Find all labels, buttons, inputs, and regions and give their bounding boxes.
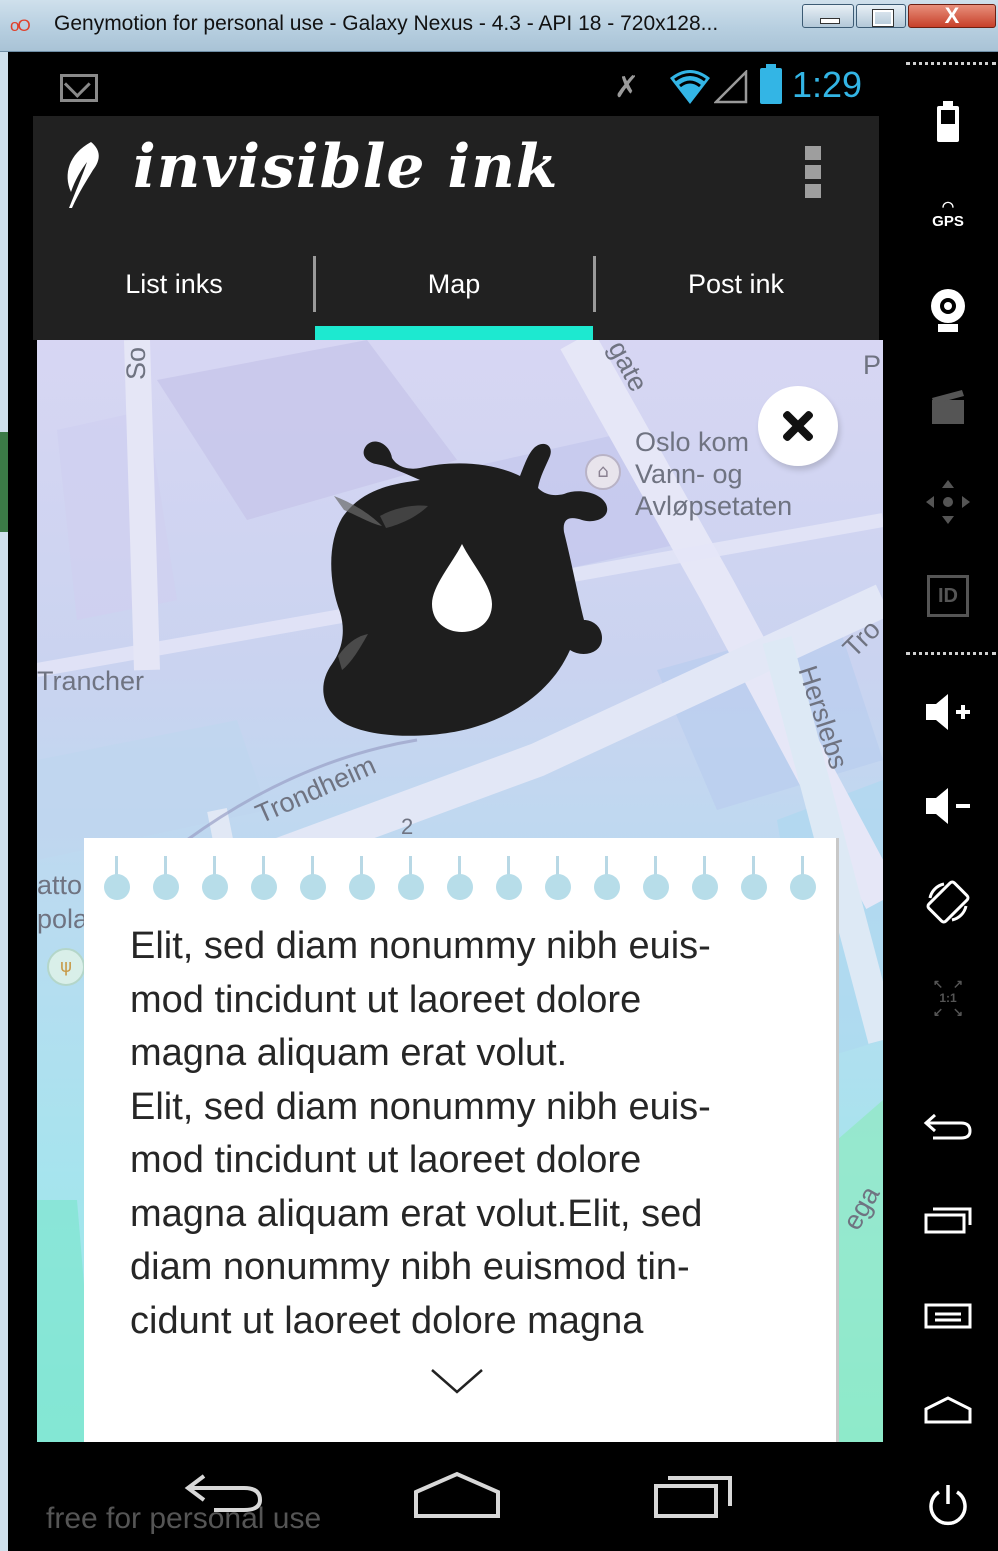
tab-bar: List inks Map Post ink [33, 228, 879, 340]
gps-label: GPS [932, 213, 964, 230]
note-line: diam nonummy nibh euismod tin- [130, 1246, 690, 1288]
map-label-oslo-line2: Vann- og [635, 459, 743, 489]
recent-apps-icon[interactable] [652, 1470, 736, 1520]
overflow-menu-icon[interactable] [805, 146, 821, 198]
rotate-screen-icon[interactable] [918, 872, 978, 932]
map-label-trancher: Trancher [37, 666, 145, 696]
note-line: Elit, sed diam nonummy nibh euis- [130, 1085, 711, 1128]
tab-list-inks[interactable]: List inks [33, 228, 315, 340]
webcam-icon[interactable] [918, 280, 978, 340]
menu-button-icon[interactable] [918, 1286, 978, 1346]
maximize-button[interactable] [856, 4, 906, 28]
genymotion-toolbar: ◠ GPS ID ↖ ↗ 1:1 ↙ ↘ [898, 52, 998, 1551]
app-title: invisible ink [133, 132, 559, 202]
note-spiral-holes [104, 856, 824, 900]
chevron-down-icon[interactable] [430, 1366, 484, 1396]
note-line: magna aliquam erat volut.Elit, sed [130, 1192, 703, 1235]
leaf-logo-icon [67, 142, 99, 208]
map-label-p: P [863, 350, 882, 380]
navigation-bar: free for personal use [8, 1442, 898, 1551]
toolbar-separator [906, 62, 996, 65]
window-titlebar: oO Genymotion for personal use - Galaxy … [0, 0, 998, 52]
note-line: cidunt ut laoreet dolore magna [130, 1299, 644, 1342]
battery-icon [760, 64, 782, 104]
close-window-label: X [944, 3, 960, 28]
pixel-perfect-icon: ↖ ↗ 1:1 ↙ ↘ [932, 977, 964, 1019]
ink-blob-icon[interactable] [302, 436, 622, 756]
map-label-atto: atto [37, 870, 83, 900]
home-button-icon[interactable] [918, 1380, 978, 1440]
close-window-button[interactable]: X [908, 3, 996, 28]
personal-use-watermark: free for personal use [46, 1502, 322, 1535]
ratio-label: 1:1 [939, 991, 957, 1005]
volume-down-icon[interactable] [918, 776, 978, 836]
note-line: magna aliquam erat volut. [130, 1032, 568, 1074]
note-text: Elit, sed diam nonummy nibh euis- mod ti… [130, 920, 810, 1348]
volume-up-icon[interactable] [918, 682, 978, 742]
gmail-icon [60, 74, 98, 102]
tab-post-ink[interactable]: Post ink [593, 228, 879, 340]
signal-icon [714, 70, 748, 104]
remote-control-icon [918, 472, 978, 532]
recent-apps-button-icon[interactable] [918, 1190, 978, 1250]
note-line: mod tincidunt ut laoreet dolore [130, 978, 642, 1021]
wifi-icon [670, 70, 710, 104]
note-line: mod tincidunt ut laoreet dolore [130, 1139, 642, 1181]
id-label: ID [927, 575, 969, 617]
window-title: Genymotion for personal use - Galaxy Nex… [54, 12, 719, 35]
genymotion-logo-icon: oO [10, 16, 31, 35]
note-line: Elit, sed diam nonummy nibh euis- [130, 925, 711, 967]
gps-widget-icon[interactable]: ◠ GPS [918, 184, 978, 244]
close-ink-button[interactable] [758, 386, 838, 466]
screencast-icon [918, 376, 978, 436]
id-widget-icon: ID [918, 566, 978, 626]
status-clock: 1:29 [792, 64, 863, 105]
power-icon[interactable] [918, 1476, 978, 1536]
tab-selected-indicator [315, 326, 593, 340]
window-frame-left [0, 52, 8, 1551]
map-label-pola: pola [37, 904, 89, 934]
back-button-icon[interactable] [918, 1096, 978, 1156]
home-icon[interactable] [412, 1470, 502, 1520]
status-bar: ✗ 1:29 [8, 52, 898, 116]
map-label-oslo-line3: Avløpsetaten [635, 491, 793, 521]
map-label-number: 2 [401, 814, 414, 839]
app-action-bar: invisible ink [33, 116, 879, 228]
mute-icon: ✗ [614, 70, 640, 105]
minimize-button[interactable] [802, 4, 854, 28]
ink-note-card[interactable]: Elit, sed diam nonummy nibh euis- mod ti… [84, 838, 836, 1442]
tab-map[interactable]: Map [315, 228, 593, 340]
restaurant-icon[interactable]: ψ [47, 948, 85, 986]
map-label-so: So [121, 346, 151, 380]
battery-widget-icon[interactable] [918, 92, 978, 152]
toolbar-separator [906, 652, 996, 655]
